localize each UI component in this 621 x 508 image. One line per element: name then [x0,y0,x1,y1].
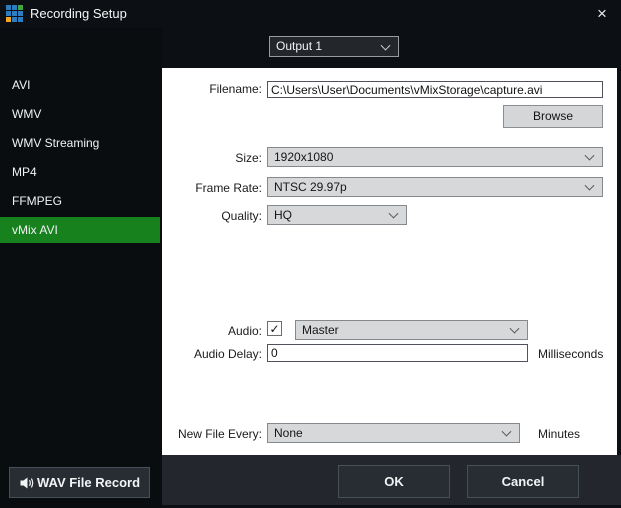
output-select-value: Output 1 [276,39,323,53]
audio-delay-input[interactable] [267,344,528,362]
sidebar-item-wmv[interactable]: WMV [0,101,160,127]
wav-file-record-button[interactable]: WAV File Record [9,467,150,498]
settings-panel: Filename: Browse Size: 1920x1080 Frame R… [162,68,617,455]
size-select[interactable]: 1920x1080 [267,147,603,167]
title-bar: Recording Setup × [0,0,621,28]
new-file-every-label: New File Every: [177,427,262,441]
chevron-down-icon [380,40,391,51]
quality-select-value: HQ [274,208,292,222]
audio-bus-select[interactable]: Master [295,320,528,340]
chevron-down-icon [584,180,595,191]
sidebar-item-avi[interactable]: AVI [0,72,160,98]
audio-bus-select-value: Master [302,323,339,337]
audio-label: Audio: [227,324,262,338]
vmix-logo-icon [6,5,23,22]
browse-button[interactable]: Browse [503,105,603,128]
filename-input[interactable] [267,81,603,98]
frame-rate-select-value: NTSC 29.97p [274,180,347,194]
milliseconds-label: Milliseconds [538,347,604,361]
size-label: Size: [235,151,262,165]
sidebar-item-mp4[interactable]: MP4 [0,159,160,185]
sidebar-item-wmv-streaming[interactable]: WMV Streaming [0,130,160,156]
speaker-icon [20,477,34,489]
quality-select[interactable]: HQ [267,205,407,225]
chevron-down-icon [509,323,520,334]
format-sidebar: AVI WMV WMV Streaming MP4 FFMPEG vMix AV… [0,28,162,508]
audio-checkbox[interactable]: ✓ [267,321,282,336]
quality-label: Quality: [221,209,262,223]
size-select-value: 1920x1080 [274,150,334,164]
cancel-button[interactable]: Cancel [467,465,579,498]
close-icon[interactable]: × [591,3,613,25]
wav-file-record-label: WAV File Record [36,475,141,490]
window-title: Recording Setup [30,6,127,21]
new-file-every-select[interactable]: None [267,423,520,443]
new-file-every-select-value: None [274,426,303,440]
chevron-down-icon [584,150,595,161]
recording-setup-dialog: Recording Setup × 1 2 Output 1 AVI WMV W… [0,0,621,508]
sidebar-item-vmix-avi[interactable]: vMix AVI [0,217,160,243]
frame-rate-select[interactable]: NTSC 29.97p [267,177,603,197]
chevron-down-icon [388,208,399,219]
audio-delay-label: Audio Delay: [193,347,262,361]
output-select[interactable]: Output 1 [269,36,399,57]
frame-rate-label: Frame Rate: [195,181,262,195]
chevron-down-icon [501,426,512,437]
filename-label: Filename: [209,82,262,96]
minutes-label: Minutes [538,427,581,441]
sidebar-item-ffmpeg[interactable]: FFMPEG [0,188,160,214]
ok-button[interactable]: OK [338,465,450,498]
